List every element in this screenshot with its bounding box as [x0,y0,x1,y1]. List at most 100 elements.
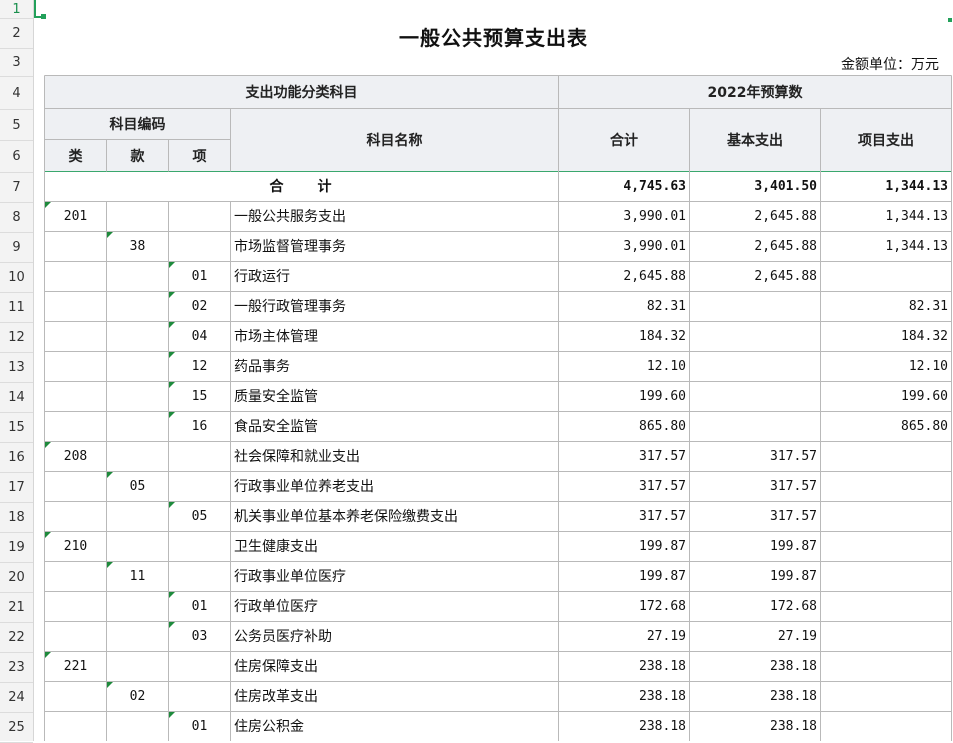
code-kuan-cell[interactable]: 38 [107,232,168,262]
project-cell[interactable] [821,502,948,532]
code-lei-cell[interactable] [45,322,106,352]
code-lei-cell[interactable] [45,262,106,292]
code-xiang-cell[interactable]: 05 [169,502,230,532]
basic-cell[interactable]: 238.18 [690,682,817,712]
total-cell[interactable]: 865.80 [559,412,686,442]
code-lei-cell[interactable] [45,502,106,532]
project-cell[interactable]: 199.60 [821,382,948,412]
code-xiang-cell[interactable] [169,232,230,262]
total-cell[interactable]: 3,990.01 [559,202,686,232]
code-xiang-cell[interactable] [169,202,230,232]
project-cell[interactable]: 865.80 [821,412,948,442]
subject-name-cell[interactable]: 药品事务 [234,352,554,382]
code-lei-cell[interactable]: 208 [45,442,106,472]
code-xiang-cell[interactable] [169,442,230,472]
total-cell[interactable]: 3,990.01 [559,232,686,262]
total-cell[interactable]: 199.87 [559,532,686,562]
total-cell[interactable]: 199.87 [559,562,686,592]
code-lei-cell[interactable] [45,292,106,322]
total-cell[interactable]: 199.60 [559,382,686,412]
basic-cell[interactable]: 317.57 [690,442,817,472]
subject-name-cell[interactable]: 行政事业单位医疗 [234,562,554,592]
total-cell[interactable]: 12.10 [559,352,686,382]
basic-cell[interactable]: 238.18 [690,652,817,682]
project-cell[interactable]: 184.32 [821,322,948,352]
code-kuan-cell[interactable] [107,382,168,412]
code-kuan-cell[interactable] [107,292,168,322]
total-cell[interactable]: 238.18 [559,682,686,712]
subject-name-cell[interactable]: 公务员医疗补助 [234,622,554,652]
subject-name-cell[interactable]: 行政事业单位养老支出 [234,472,554,502]
code-kuan-cell[interactable]: 02 [107,682,168,712]
code-lei-cell[interactable] [45,382,106,412]
project-cell[interactable]: 82.31 [821,292,948,322]
code-xiang-cell[interactable] [169,682,230,712]
code-xiang-cell[interactable]: 01 [169,262,230,292]
code-kuan-cell[interactable] [107,622,168,652]
code-kuan-cell[interactable]: 05 [107,472,168,502]
code-lei-cell[interactable]: 221 [45,652,106,682]
code-xiang-cell[interactable]: 04 [169,322,230,352]
code-xiang-cell[interactable]: 03 [169,622,230,652]
code-kuan-cell[interactable] [107,652,168,682]
sum-project-cell[interactable]: 1,344.13 [821,172,948,202]
project-cell[interactable] [821,562,948,592]
code-lei-cell[interactable] [45,352,106,382]
sum-row-label[interactable]: 合 计 [45,172,558,202]
basic-cell[interactable]: 199.87 [690,532,817,562]
project-cell[interactable] [821,712,948,742]
total-cell[interactable]: 184.32 [559,322,686,352]
subject-name-cell[interactable]: 市场主体管理 [234,322,554,352]
subject-name-cell[interactable]: 一般行政管理事务 [234,292,554,322]
code-kuan-cell[interactable] [107,412,168,442]
code-xiang-cell[interactable]: 01 [169,592,230,622]
basic-cell[interactable]: 2,645.88 [690,262,817,292]
code-xiang-cell[interactable] [169,652,230,682]
code-xiang-cell[interactable]: 02 [169,292,230,322]
code-lei-cell[interactable] [45,562,106,592]
sum-basic-cell[interactable]: 3,401.50 [690,172,817,202]
code-kuan-cell[interactable] [107,262,168,292]
code-lei-cell[interactable] [45,622,106,652]
subject-name-cell[interactable]: 一般公共服务支出 [234,202,554,232]
code-xiang-cell[interactable] [169,532,230,562]
basic-cell[interactable]: 27.19 [690,622,817,652]
total-cell[interactable]: 238.18 [559,712,686,742]
total-cell[interactable]: 317.57 [559,442,686,472]
total-cell[interactable]: 27.19 [559,622,686,652]
project-cell[interactable] [821,262,948,292]
total-cell[interactable]: 82.31 [559,292,686,322]
code-xiang-cell[interactable]: 01 [169,712,230,742]
sum-total-cell[interactable]: 4,745.63 [559,172,686,202]
code-kuan-cell[interactable] [107,502,168,532]
basic-cell[interactable]: 317.57 [690,472,817,502]
code-lei-cell[interactable] [45,682,106,712]
code-xiang-cell[interactable]: 16 [169,412,230,442]
subject-name-cell[interactable]: 质量安全监管 [234,382,554,412]
code-xiang-cell[interactable]: 12 [169,352,230,382]
total-cell[interactable]: 317.57 [559,502,686,532]
code-lei-cell[interactable] [45,712,106,742]
code-lei-cell[interactable] [45,472,106,502]
code-kuan-cell[interactable] [107,442,168,472]
project-cell[interactable] [821,652,948,682]
code-lei-cell[interactable] [45,592,106,622]
basic-cell[interactable]: 2,645.88 [690,232,817,262]
total-cell[interactable]: 317.57 [559,472,686,502]
code-lei-cell[interactable]: 201 [45,202,106,232]
subject-name-cell[interactable]: 市场监督管理事务 [234,232,554,262]
total-cell[interactable]: 238.18 [559,652,686,682]
code-kuan-cell[interactable] [107,592,168,622]
project-cell[interactable] [821,682,948,712]
code-kuan-cell[interactable] [107,202,168,232]
code-xiang-cell[interactable]: 15 [169,382,230,412]
basic-cell[interactable]: 317.57 [690,502,817,532]
code-xiang-cell[interactable] [169,562,230,592]
subject-name-cell[interactable]: 机关事业单位基本养老保险缴费支出 [234,502,554,532]
basic-cell[interactable]: 238.18 [690,712,817,742]
project-cell[interactable]: 12.10 [821,352,948,382]
code-kuan-cell[interactable] [107,532,168,562]
project-cell[interactable] [821,622,948,652]
project-cell[interactable]: 1,344.13 [821,232,948,262]
code-xiang-cell[interactable] [169,472,230,502]
